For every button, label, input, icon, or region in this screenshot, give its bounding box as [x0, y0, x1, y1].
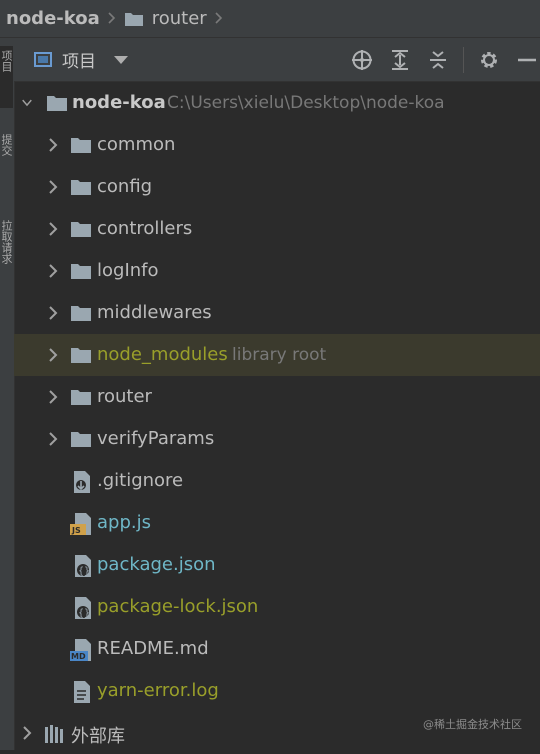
watermark: @稀土掘金技术社区 — [423, 718, 522, 731]
tree-folder-row[interactable]: router — [14, 376, 540, 418]
project-tree: node-koa C:\Users\xielu\Desktop\node-koa… — [14, 82, 540, 750]
chevron-right-icon[interactable] — [48, 264, 58, 278]
tree-file-row[interactable]: yarn-error.log — [14, 670, 540, 712]
svg-text:{}: {} — [78, 608, 90, 619]
tree-root-path: C:\Users\xielu\Desktop\node-koa — [167, 93, 445, 113]
tree-folder-label: verifyParams — [97, 428, 215, 449]
chevron-right-icon[interactable] — [48, 348, 58, 362]
expand-all-icon — [392, 50, 408, 70]
markdown-file-icon: MD — [70, 638, 92, 661]
tree-folder-label: common — [97, 134, 176, 155]
tree-file-label: yarn-error.log — [97, 680, 219, 701]
folder-icon — [70, 346, 92, 366]
chevron-right-icon[interactable] — [48, 306, 58, 320]
chevron-right-icon[interactable] — [48, 390, 58, 404]
tool-tab-project[interactable]: 项目 — [0, 46, 13, 108]
tool-tab-commit-label: 提交 — [0, 134, 13, 156]
tree-file-row[interactable]: .gitignore — [14, 460, 540, 502]
collapse-all-button[interactable] — [425, 47, 451, 73]
folder-icon — [124, 11, 144, 27]
tree-folder-label: middlewares — [97, 302, 212, 323]
tree-root-row[interactable]: node-koa C:\Users\xielu\Desktop\node-koa — [14, 82, 540, 124]
json-file-icon: {} — [72, 554, 94, 577]
tree-folder-row[interactable]: middlewares — [14, 292, 540, 334]
breadcrumb-folder-label: router — [151, 8, 207, 29]
chevron-right-icon — [215, 9, 223, 28]
tree-file-label: app.js — [97, 512, 151, 533]
tool-tab-commit[interactable]: 提交 — [0, 130, 13, 192]
tree-file-row[interactable]: {} package-lock.json — [14, 586, 540, 628]
tree-file-row[interactable]: JS app.js — [14, 502, 540, 544]
folder-icon — [70, 136, 92, 156]
js-file-icon: JS — [70, 512, 92, 535]
hide-panel-button[interactable] — [514, 47, 540, 73]
gitignore-file-icon — [72, 470, 94, 493]
tree-folder-label: logInfo — [97, 260, 159, 281]
minimize-icon — [518, 58, 536, 62]
panel-title: 项目 — [62, 52, 96, 72]
options-button[interactable] — [476, 47, 502, 73]
tree-file-label: README.md — [97, 638, 209, 659]
breadcrumb-project[interactable]: node-koa — [6, 8, 100, 29]
tree-folder-row[interactable]: controllers — [14, 208, 540, 250]
svg-text:MD: MD — [71, 652, 86, 661]
chevron-right-icon — [108, 9, 116, 28]
tree-folder-label: router — [97, 386, 152, 407]
tree-file-label: .gitignore — [97, 470, 184, 491]
tool-window-strip: 项目 提交 拉取请求 — [0, 38, 15, 750]
gear-icon — [481, 52, 497, 68]
library-root-label: library root — [232, 345, 327, 365]
tool-tab-pull-requests[interactable]: 拉取请求 — [0, 216, 13, 306]
tree-folder-row[interactable]: logInfo — [14, 250, 540, 292]
tree-folder-label: node_modules — [97, 344, 228, 365]
tree-file-row[interactable]: {} package.json — [14, 544, 540, 586]
folder-icon — [70, 262, 92, 282]
toolbar-divider — [463, 47, 464, 73]
svg-text:JS: JS — [71, 526, 81, 535]
json-file-icon: {} — [72, 596, 94, 619]
chevron-right-icon[interactable] — [22, 726, 32, 740]
chevron-right-icon[interactable] — [48, 222, 58, 236]
tree-file-label: package-lock.json — [97, 596, 259, 617]
expand-all-button[interactable] — [387, 47, 413, 73]
breadcrumb: node-koa router — [0, 0, 540, 38]
tree-folder-row[interactable]: verifyParams — [14, 418, 540, 460]
crosshair-icon — [352, 50, 372, 70]
chevron-right-icon[interactable] — [48, 180, 58, 194]
select-opened-file-button[interactable] — [349, 47, 375, 73]
folder-icon — [70, 304, 92, 324]
tree-root-label: node-koa — [72, 92, 166, 113]
tree-folder-label: config — [97, 176, 153, 197]
log-file-icon — [72, 680, 94, 703]
tree-file-row[interactable]: MD README.md — [14, 628, 540, 670]
tree-folder-label: controllers — [97, 218, 193, 239]
breadcrumb-folder[interactable]: router — [124, 8, 207, 29]
folder-icon — [46, 94, 68, 114]
tool-tab-project-label: 项目 — [0, 50, 13, 72]
folder-icon — [70, 220, 92, 240]
project-view-icon — [34, 52, 52, 67]
folder-icon — [70, 388, 92, 408]
folder-icon — [70, 178, 92, 198]
tree-folder-row[interactable]: common — [14, 124, 540, 166]
tree-external-libraries-label: 外部库 — [71, 726, 125, 747]
tree-file-label: package.json — [97, 554, 216, 575]
folder-icon — [70, 430, 92, 450]
chevron-right-icon[interactable] — [48, 138, 58, 152]
tool-tab-pull-requests-label: 拉取请求 — [0, 220, 13, 264]
project-panel-header: 项目 — [14, 38, 540, 82]
chevron-down-icon[interactable] — [22, 98, 32, 108]
collapse-all-icon — [430, 51, 446, 69]
library-icon — [44, 724, 66, 744]
tree-folder-row[interactable]: config — [14, 166, 540, 208]
chevron-right-icon[interactable] — [48, 432, 58, 446]
svg-text:{}: {} — [78, 566, 90, 577]
tree-folder-row-library[interactable]: node_modules library root — [14, 334, 540, 376]
chevron-down-icon[interactable] — [114, 55, 128, 64]
